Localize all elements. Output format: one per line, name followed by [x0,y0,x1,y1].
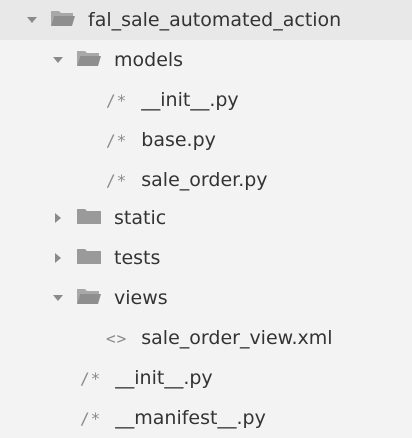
folder-label-tests: tests [114,247,161,269]
tree-file-root-manifest[interactable]: /* __manifest__.py [0,398,412,438]
file-label-root-init: __init__.py [115,367,213,389]
python-file-icon: /* [106,170,128,190]
tree-folder-models[interactable]: models [0,40,412,80]
tree-file-models-base[interactable]: /* base.py [0,120,412,160]
file-label-models-sale-order: sale_order.py [141,169,268,191]
chevron-down-icon[interactable] [24,12,40,28]
xml-file-icon: <> [106,328,128,348]
python-file-icon: /* [80,368,102,388]
tree-folder-root[interactable]: fal_sale_automated_action [0,0,412,40]
file-tree: fal_sale_automated_action models /* __in… [0,0,412,434]
folder-open-icon [76,286,102,310]
file-label-views-sale-order-view: sale_order_view.xml [141,327,333,349]
tree-folder-tests[interactable]: tests [0,238,412,278]
tree-file-root-init[interactable]: /* __init__.py [0,358,412,398]
tree-folder-views[interactable]: views [0,278,412,318]
chevron-down-icon[interactable] [50,290,66,306]
python-file-icon: /* [106,90,128,110]
python-file-icon: /* [106,130,128,150]
folder-open-icon [50,8,76,32]
folder-icon [76,206,102,230]
folder-icon [76,246,102,270]
file-label-models-init: __init__.py [141,89,239,111]
tree-file-models-sale-order[interactable]: /* sale_order.py [0,160,412,200]
folder-label-views: views [114,287,168,309]
folder-label-models: models [114,49,184,71]
file-label-models-base: base.py [141,129,216,151]
tree-folder-static[interactable]: static [0,198,412,238]
folder-label-static: static [114,207,167,229]
file-label-root-manifest: __manifest__.py [115,407,266,429]
folder-open-icon [76,48,102,72]
chevron-right-icon[interactable] [50,210,66,226]
chevron-down-icon[interactable] [50,52,66,68]
tree-file-views-sale-order-view[interactable]: <> sale_order_view.xml [0,318,412,358]
tree-file-models-init[interactable]: /* __init__.py [0,80,412,120]
folder-label-root: fal_sale_automated_action [88,9,342,31]
python-file-icon: /* [80,408,102,428]
chevron-right-icon[interactable] [50,250,66,266]
